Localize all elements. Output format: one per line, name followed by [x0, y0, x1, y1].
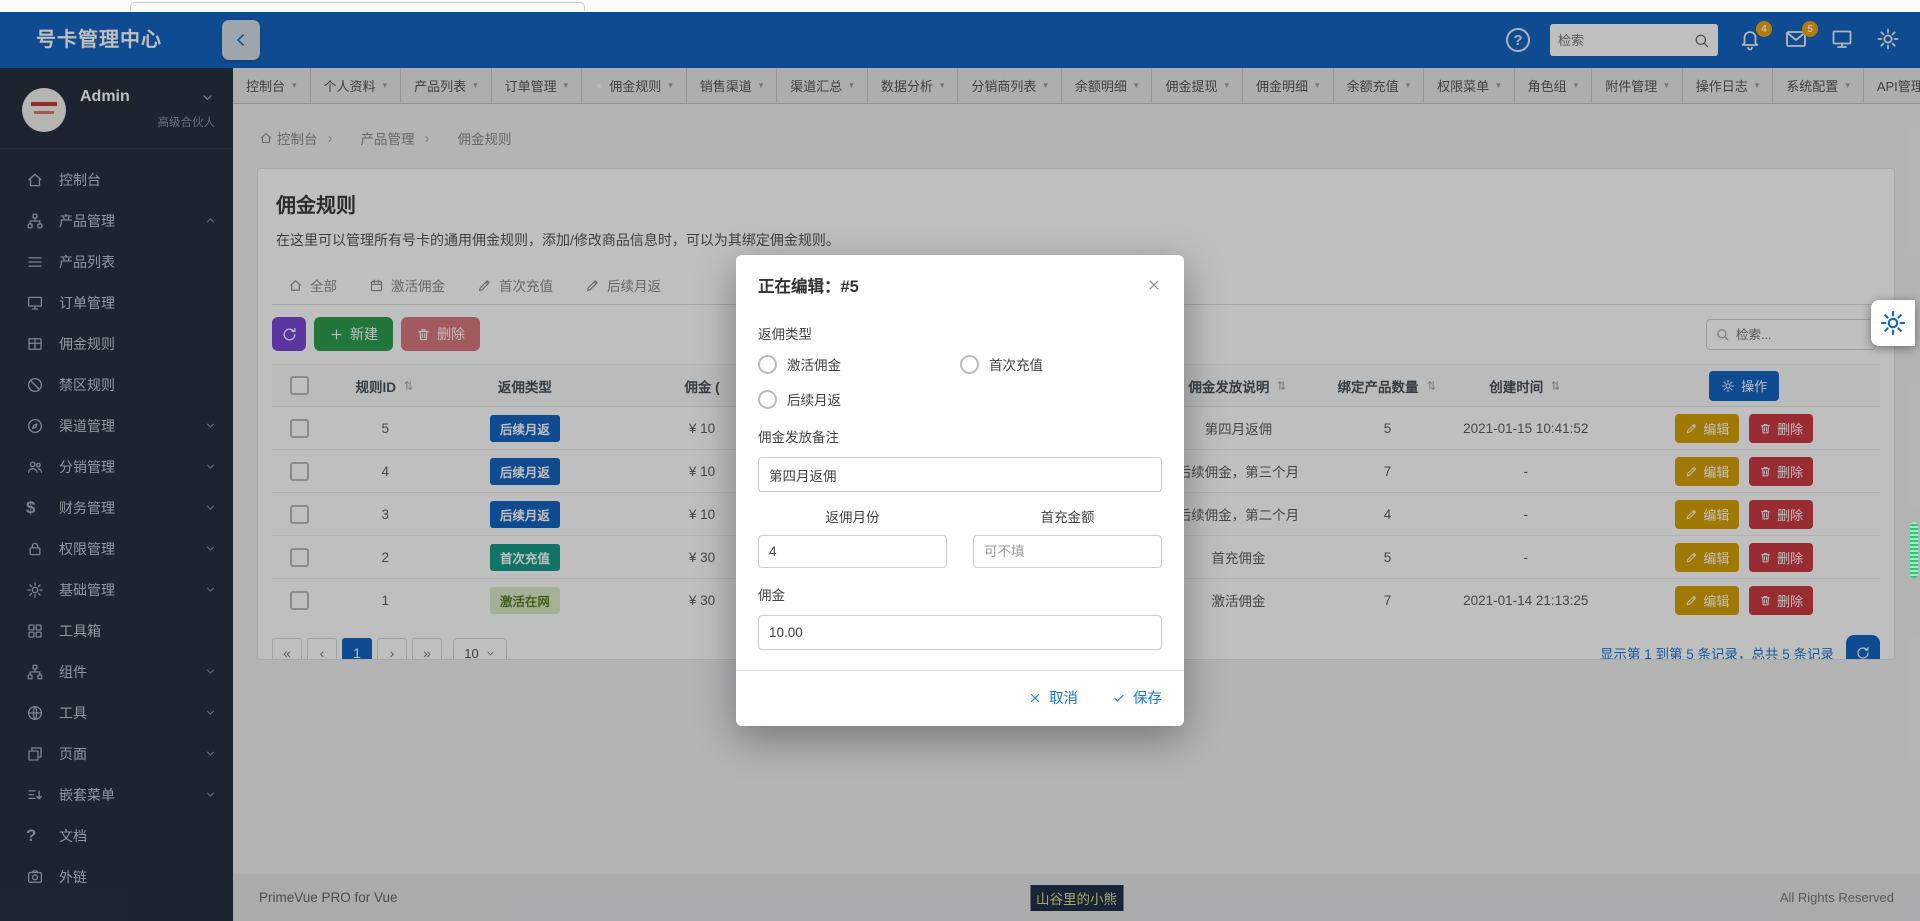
radio-option[interactable]: 激活佣金	[758, 354, 960, 374]
radio-icon	[758, 389, 777, 409]
fee-input[interactable]	[758, 615, 1162, 650]
config-panel-toggle[interactable]	[1871, 300, 1915, 346]
radio-icon	[960, 354, 979, 374]
gear-icon	[1879, 309, 1907, 337]
fee-field-label: 佣金	[758, 588, 785, 603]
first-amount-input[interactable]	[973, 535, 1162, 568]
remark-input[interactable]	[758, 457, 1162, 492]
first-amount-field-label: 首充金额	[1040, 510, 1095, 525]
radio-label: 激活佣金	[787, 358, 841, 373]
modal-title: 正在编辑：#5	[758, 278, 859, 296]
month-field-label: 返佣月份	[825, 510, 880, 525]
radio-icon	[758, 354, 777, 374]
type-radio-group: 激活佣金 首次充值 后续月返	[758, 354, 1162, 409]
radio-option[interactable]: 首次充值	[960, 354, 1162, 374]
browser-tab-remnant	[130, 2, 585, 11]
scrollbar-thumb[interactable]	[1910, 522, 1918, 578]
close-icon[interactable]	[1146, 277, 1162, 293]
edit-rule-modal: 正在编辑：#5 返佣类型 激活佣金 首次充值 后续月返 佣金发放备注 第四月返佣…	[736, 255, 1184, 726]
radio-label: 后续月返	[787, 393, 841, 408]
browser-top-strip	[0, 0, 1920, 12]
month-input[interactable]	[758, 535, 947, 568]
radio-label: 首次充值	[989, 358, 1043, 373]
save-button[interactable]: 保存	[1112, 687, 1162, 708]
type-field-label: 返佣类型	[758, 327, 812, 342]
remark-field-label: 佣金发放备注	[758, 430, 839, 445]
times-icon	[1028, 691, 1042, 705]
check-icon	[1112, 691, 1126, 705]
app-root: 号卡管理中心 ? 4 5	[0, 0, 1920, 921]
radio-option[interactable]: 后续月返	[758, 389, 960, 409]
cancel-button[interactable]: 取消	[1028, 687, 1078, 708]
